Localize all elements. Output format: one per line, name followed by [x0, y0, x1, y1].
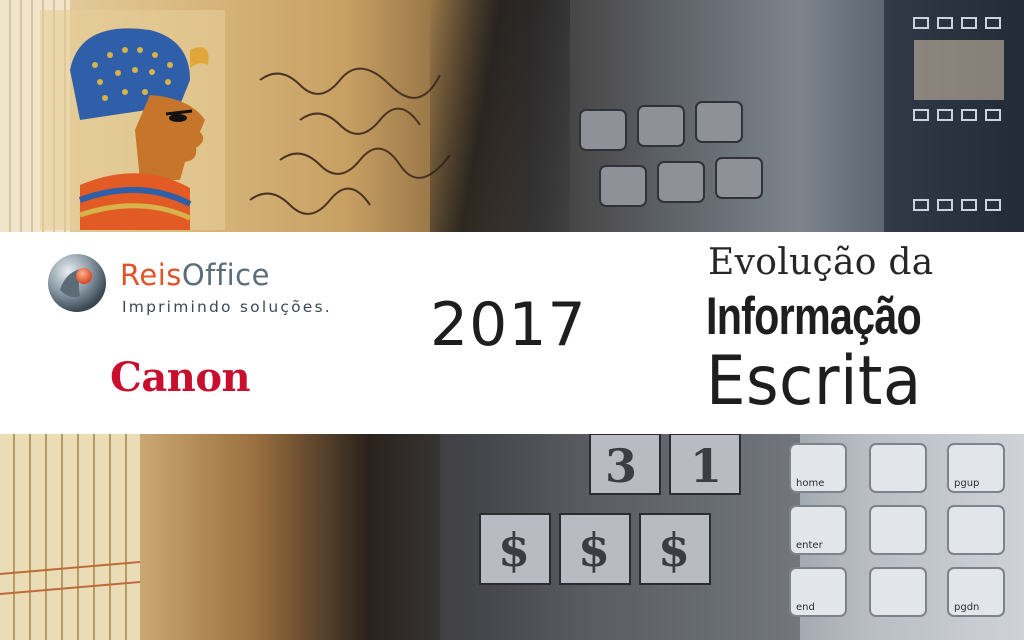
bottom-collage-image: 3 1 $ $ $ home pgup enter end pgdn [0, 434, 1024, 640]
paper-fold-shadow [430, 0, 570, 232]
reisoffice-tagline: Imprimindo soluções. [122, 298, 332, 316]
canon-logo: Canon [110, 354, 251, 401]
egyptian-pharaoh-image [40, 10, 225, 230]
bamboo-scroll-image [0, 434, 140, 640]
title-line-escrita: Escrita [706, 342, 922, 421]
metal-type-blocks-image: 3 1 $ $ $ [440, 434, 800, 640]
key-label-pgup: pgup [954, 478, 979, 489]
reisoffice-wordmark-reis: Reis [120, 258, 182, 292]
title-block: Evolução da Informação Escrita [700, 242, 990, 428]
title-line-informacao: Informação [706, 287, 922, 346]
key-label-enter: enter [796, 540, 824, 551]
year-text: 2017 [430, 290, 587, 360]
title-line-evolucao: Evolução da [708, 242, 934, 283]
banner-canvas: ReisOffice Imprimindo soluções. Canon 20… [0, 0, 1024, 640]
top-collage-image [0, 0, 1024, 232]
title-band: ReisOffice Imprimindo soluções. Canon 20… [0, 232, 1024, 434]
key-label-end: end [796, 602, 815, 613]
type-glyph-dollar-1: $ [498, 523, 530, 577]
key-label-pgdn: pgdn [954, 602, 979, 613]
reisoffice-orb-icon [48, 254, 106, 312]
type-glyph-dollar-2: $ [578, 523, 610, 577]
type-glyph-3: 3 [605, 439, 637, 493]
type-glyph-1: 1 [690, 439, 722, 493]
type-glyph-dollar-3: $ [658, 523, 690, 577]
reisoffice-logo: ReisOffice Imprimindo soluções. [46, 252, 346, 322]
reisoffice-wordmark-office: Office [181, 258, 270, 292]
film-strip-image [884, 0, 1024, 232]
key-label-home: home [796, 478, 824, 489]
computer-keypad-image: home pgup enter end pgdn [789, 443, 1005, 617]
reisoffice-wordmark: ReisOffice [120, 258, 270, 292]
